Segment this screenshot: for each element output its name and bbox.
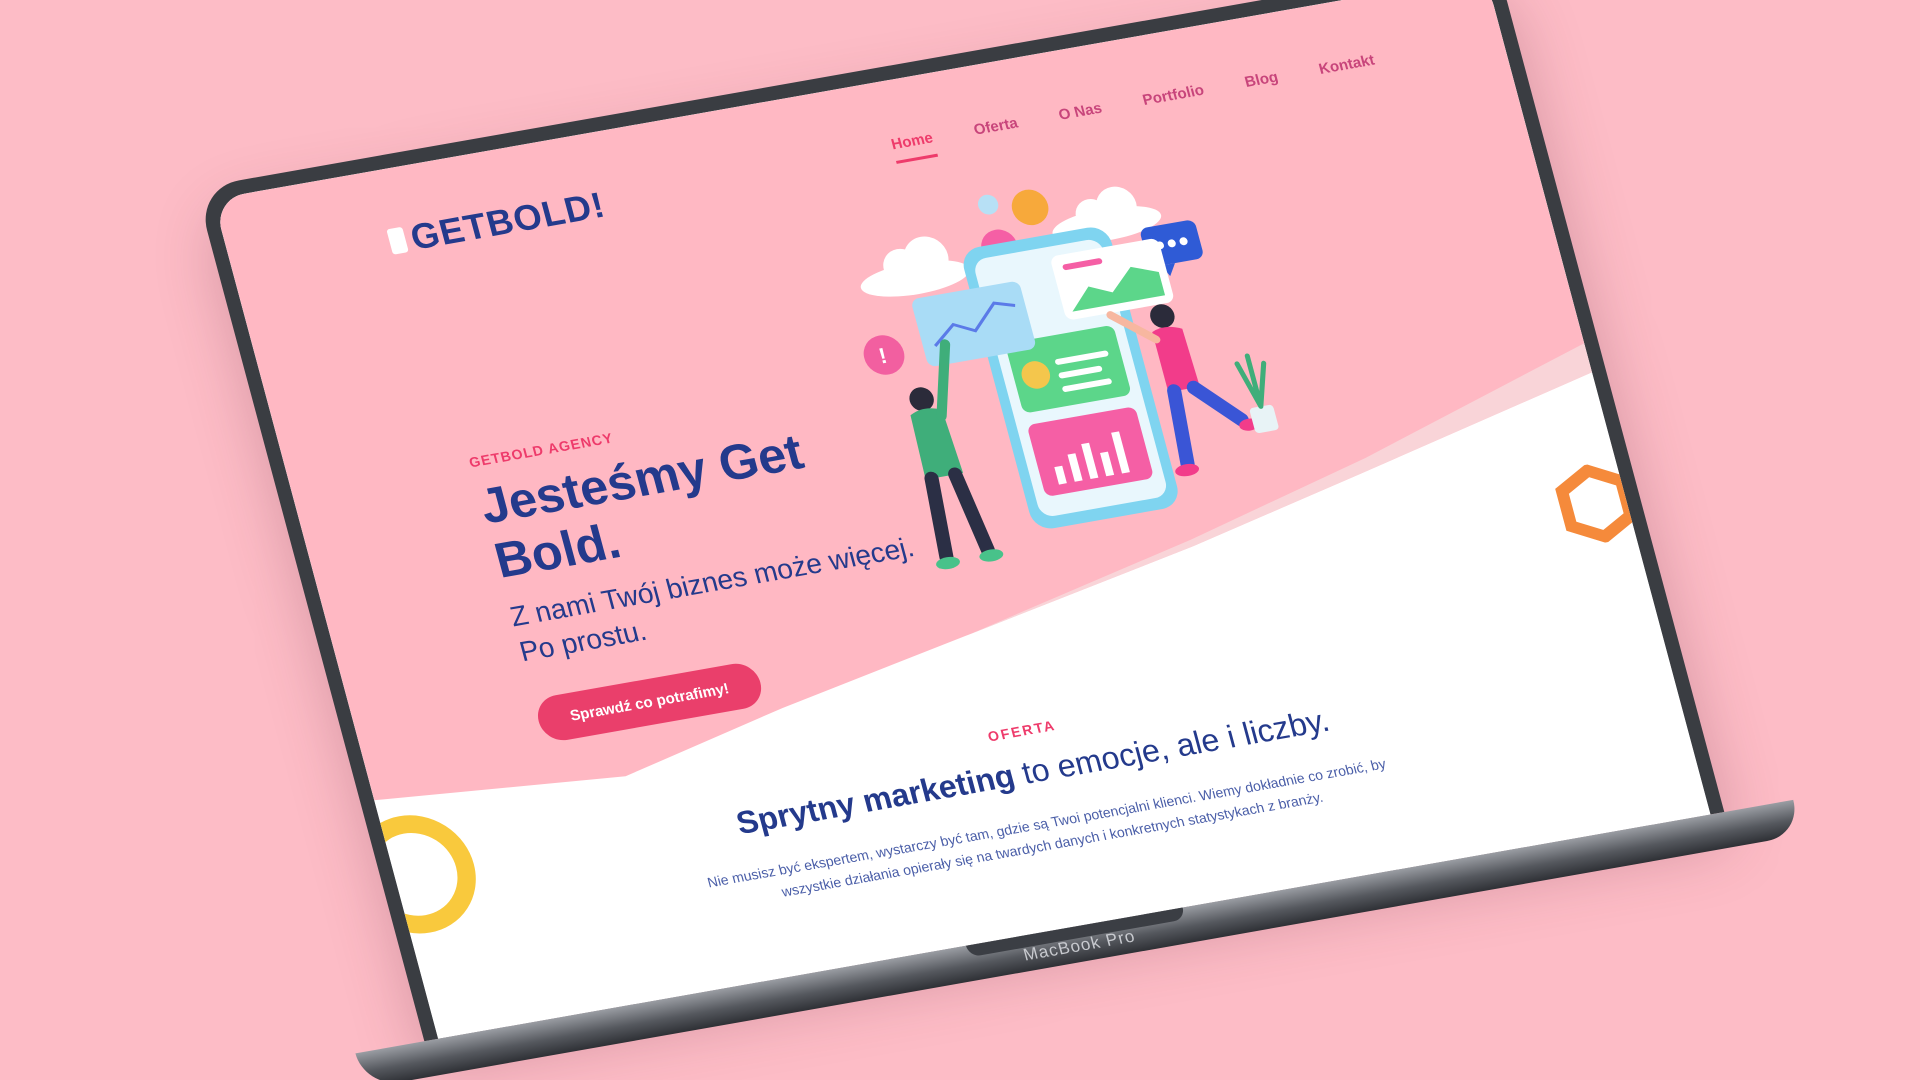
bubble-blue-icon — [977, 194, 999, 215]
nav-item-blog[interactable]: Blog — [1243, 69, 1283, 102]
mockup-stage: GETBOLD! Home Oferta O Nas Portfolio Blo… — [0, 0, 1920, 1080]
coin-icon — [1011, 189, 1049, 226]
laptop-mockup: GETBOLD! Home Oferta O Nas Portfolio Blo… — [195, 0, 1803, 1080]
